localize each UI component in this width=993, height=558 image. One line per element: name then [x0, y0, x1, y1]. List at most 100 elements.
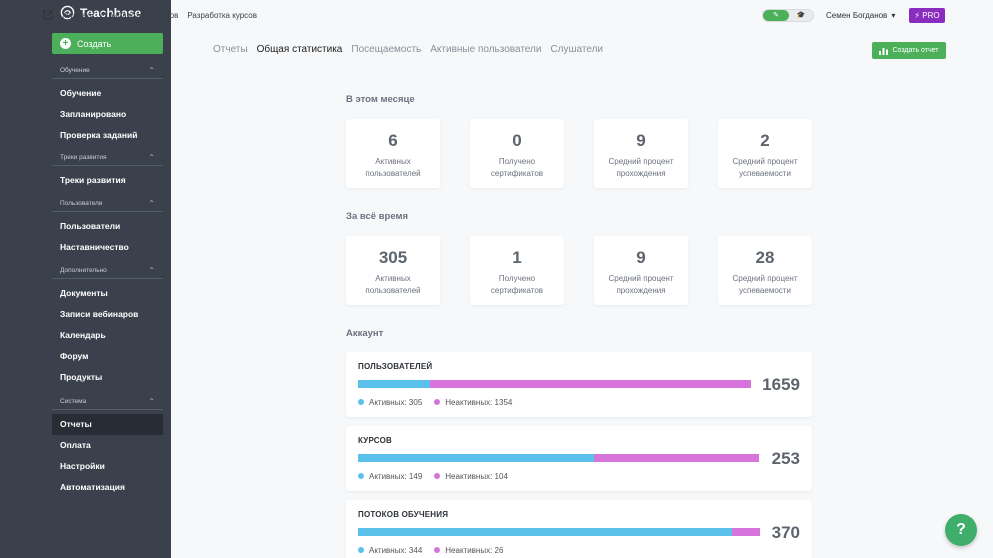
legend-active-text: Активных: 149	[369, 472, 423, 481]
tab-attendance[interactable]: Посещаемость	[351, 44, 421, 55]
sidebar: Teachbase + Создать Обучение ⌃ Обучение Зап…	[0, 0, 171, 558]
stat-label: Средний процент успеваемости	[732, 274, 798, 295]
chevron-up-icon[interactable]: ⌃	[148, 266, 155, 275]
progress-bar	[358, 454, 759, 462]
inactive-bar-segment	[594, 454, 759, 462]
create-report-label: Создать отчет	[892, 47, 939, 54]
inactive-bar-segment	[732, 528, 760, 536]
stat-label: Средний процент прохождения	[608, 274, 674, 295]
stat-label: Получено сертификатов	[490, 157, 544, 178]
stat-card: 9 Средний процент прохождения	[594, 119, 688, 188]
divider	[52, 78, 163, 79]
sidebar-item[interactable]: Отчеты	[52, 414, 163, 435]
account-card-title: ПОЛЬЗОВАТЕЛЕЙ	[358, 362, 433, 371]
sidebar-item[interactable]: Документы	[52, 283, 163, 304]
account-total: 1659	[762, 375, 800, 394]
nav-section-title: Пользователи	[60, 199, 103, 207]
top-nav: Журнал О библиотеке курсов Разработка ку…	[43, 10, 257, 20]
help-button[interactable]: ?	[945, 514, 977, 546]
account-card-title: КУРСОВ	[358, 436, 392, 445]
nav-section-header[interactable]: Обучение ⌃	[52, 64, 163, 76]
legend: Активных: 149 Неактивных: 104	[358, 472, 508, 481]
stat-label: Активных пользователей	[365, 157, 421, 178]
create-button-label: Создать	[77, 38, 112, 49]
sidebar-item[interactable]: Проверка заданий	[52, 125, 163, 146]
stat-value: 6	[388, 131, 398, 150]
plus-icon: +	[60, 38, 71, 49]
stat-card: 0 Получено сертификатов	[470, 119, 564, 188]
stat-label: Получено сертификатов	[490, 274, 544, 295]
legend-active-text: Активных: 344	[369, 546, 423, 555]
pro-badge[interactable]: ⚡ PRO	[909, 8, 945, 23]
legend: Активных: 305 Неактивных: 1354	[358, 398, 512, 407]
nav-section-title: Обучение	[60, 66, 90, 74]
account-card: КУРСОВ 253 Активных: 149 Неактивных: 104	[346, 426, 812, 491]
chevron-up-icon[interactable]: ⌃	[148, 199, 155, 208]
topnav-link-library[interactable]: О библиотеке курсов	[100, 11, 178, 20]
active-dot-icon	[358, 473, 364, 479]
edit-mode-pencil-icon[interactable]: ✎	[763, 10, 789, 21]
sidebar-item[interactable]: Форум	[52, 346, 163, 367]
active-dot-icon	[358, 547, 364, 553]
sidebar-item[interactable]: Треки развития	[52, 170, 163, 191]
create-report-button[interactable]: Создать отчет	[872, 42, 946, 59]
nav-section-header[interactable]: Дополнительно ⌃	[52, 264, 163, 276]
tab-active-users[interactable]: Активные пользователи	[430, 44, 541, 55]
sidebar-item[interactable]: Записи вебинаров	[52, 304, 163, 325]
legend-inactive-text: Неактивных: 1354	[445, 398, 513, 407]
mode-toggle[interactable]: ✎ 🎓	[762, 9, 814, 22]
topnav-link-dev[interactable]: Разработка курсов	[187, 11, 257, 20]
stat-value: 2	[760, 131, 770, 150]
tab-reports[interactable]: Отчеты	[213, 44, 248, 55]
sidebar-item[interactable]: Продукты	[52, 367, 163, 388]
sidebar-item[interactable]: Автоматизация	[52, 477, 163, 498]
sidebar-item[interactable]: Обучение	[52, 83, 163, 104]
user-name: Семен Богданов	[826, 11, 888, 20]
nav-section-title: Дополнительно	[60, 266, 107, 274]
inactive-dot-icon	[434, 473, 441, 479]
stat-label: Активных пользователей	[365, 274, 421, 295]
chevron-up-icon[interactable]: ⌃	[148, 153, 155, 162]
chevron-up-icon[interactable]: ⌃	[148, 397, 155, 406]
nav-section-header[interactable]: Система ⌃	[52, 395, 163, 407]
legend-inactive: Неактивных: 1354	[434, 398, 512, 407]
sidebar-item[interactable]: Календарь	[52, 325, 163, 346]
learn-mode-cap-icon[interactable]: 🎓	[789, 10, 813, 21]
stat-card: 28 Средний процент успеваемости	[718, 236, 812, 305]
account-card: ПОТОКОВ ОБУЧЕНИЯ 370 Активных: 344 Неактивн…	[346, 500, 812, 558]
pro-label: PRO	[922, 11, 940, 20]
sidebar-item[interactable]: Настройки	[52, 456, 163, 477]
bar-chart-icon	[879, 47, 889, 55]
nav-section-header[interactable]: Пользователи ⌃	[52, 197, 163, 209]
active-dot-icon	[358, 399, 364, 405]
tab-listeners[interactable]: Слушатели	[550, 44, 603, 55]
account-card: ПОЛЬЗОВАТЕЛЕЙ 1659 Активных: 305 Неактивных…	[346, 352, 812, 417]
legend-active-text: Активных: 305	[369, 398, 423, 407]
active-bar-segment	[358, 528, 732, 536]
sidebar-item[interactable]: Запланировано	[52, 104, 163, 125]
divider	[52, 165, 163, 166]
create-button[interactable]: + Создать	[52, 33, 163, 54]
account-section-title: Аккаунт	[346, 328, 384, 339]
active-bar-segment	[358, 454, 594, 462]
account-total: 370	[771, 523, 800, 542]
nav-section-header[interactable]: Треки развития ⌃	[52, 151, 163, 163]
active-bar-segment	[358, 380, 430, 388]
caret-down-icon: ▾	[891, 11, 896, 20]
user-menu[interactable]: Семен Богданов ▾	[826, 11, 895, 20]
tab-general-stats[interactable]: Общая статистика	[257, 44, 343, 55]
legend-inactive: Неактивных: 104	[434, 472, 508, 481]
stat-card: 6 Активных пользователей	[346, 119, 440, 188]
sidebar-item[interactable]: Пользователи	[52, 216, 163, 237]
month-section-title: В этом месяце	[346, 94, 415, 105]
nav-section: Система ⌃ Отчеты Оплата Настройки Автоматизац…	[52, 395, 163, 498]
account-total: 253	[771, 449, 800, 468]
sidebar-item[interactable]: Оплата	[52, 435, 163, 456]
chevron-up-icon[interactable]: ⌃	[148, 66, 155, 75]
legend-inactive: Неактивных: 26	[434, 546, 503, 555]
topnav-link-journal[interactable]: Журнал	[62, 11, 91, 20]
stat-card: 305 Активных пользователей	[346, 236, 440, 305]
stat-value: 0	[512, 131, 522, 150]
nav-section-title: Треки развития	[60, 153, 107, 161]
sidebar-item[interactable]: Наставничество	[52, 237, 163, 258]
